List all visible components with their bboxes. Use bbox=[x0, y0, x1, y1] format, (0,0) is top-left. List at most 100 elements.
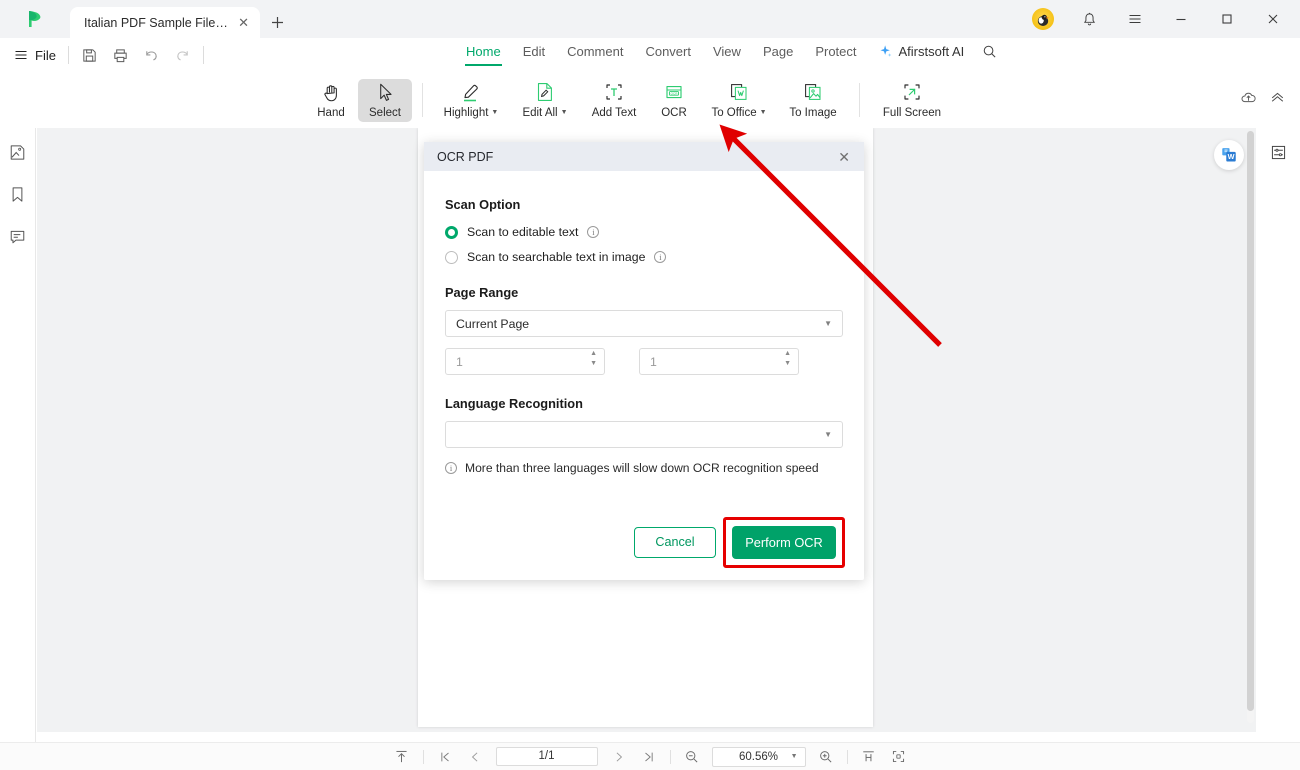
radio-label: Scan to editable text bbox=[467, 225, 579, 239]
info-icon[interactable]: i bbox=[654, 251, 667, 263]
tab-convert[interactable]: Convert bbox=[634, 40, 702, 66]
undo-icon[interactable] bbox=[143, 47, 160, 64]
redo-icon[interactable] bbox=[174, 47, 191, 64]
edit-all-button[interactable]: Edit All ▼ bbox=[509, 78, 581, 122]
first-page-button[interactable] bbox=[430, 743, 460, 770]
zoom-level-select[interactable]: 60.56% ▼ bbox=[711, 746, 806, 767]
chevron-up-icon[interactable]: ▲ bbox=[784, 350, 791, 357]
chevron-down-icon[interactable]: ▼ bbox=[791, 753, 798, 760]
sidebar-item-bookmarks[interactable] bbox=[6, 182, 30, 206]
stepper[interactable]: ▲ ▼ bbox=[784, 350, 791, 367]
convert-to-word-button[interactable]: W bbox=[1214, 140, 1244, 170]
tab-home[interactable]: Home bbox=[455, 40, 512, 66]
maximize-button[interactable] bbox=[1204, 0, 1250, 38]
select-tool-button[interactable]: Select bbox=[358, 78, 412, 122]
add-text-button[interactable]: Add Text bbox=[581, 78, 647, 122]
radio-scan-editable-text[interactable]: Scan to editable text i bbox=[445, 225, 843, 239]
zoom-out-button[interactable] bbox=[677, 743, 707, 770]
ocr-pdf-dialog[interactable]: OCR PDF ✕ Scan Option Scan to editable t… bbox=[424, 142, 864, 580]
hamburger-icon bbox=[15, 50, 27, 60]
page-range-to-input[interactable]: 1 ▲ ▼ bbox=[639, 348, 799, 375]
chevron-down-icon[interactable]: ▼ bbox=[784, 360, 791, 367]
language-recognition-select[interactable]: ▼ bbox=[445, 421, 843, 448]
ocr-button[interactable]: OCR OCR bbox=[647, 78, 701, 122]
divider bbox=[846, 749, 848, 764]
app-logo bbox=[0, 0, 70, 38]
search-button[interactable] bbox=[974, 40, 1005, 66]
notifications-button[interactable] bbox=[1066, 0, 1112, 38]
bookmark-icon bbox=[12, 186, 23, 202]
chevron-up-icon[interactable]: ▲ bbox=[590, 350, 597, 357]
last-page-icon bbox=[644, 752, 653, 761]
avatar[interactable] bbox=[1020, 0, 1066, 38]
close-icon[interactable]: ✕ bbox=[834, 148, 854, 166]
fit-page-button[interactable] bbox=[884, 743, 914, 770]
afirstsoft-ai-button[interactable]: Afirstsoft AI bbox=[868, 40, 975, 66]
perform-ocr-wrapper: Perform OCR bbox=[723, 516, 845, 568]
chevron-down-icon[interactable]: ▼ bbox=[824, 430, 832, 439]
hand-tool-button[interactable]: Hand bbox=[304, 79, 358, 122]
full-screen-button[interactable]: Full Screen bbox=[870, 78, 954, 122]
tab-protect[interactable]: Protect bbox=[804, 40, 867, 66]
fit-width-button[interactable] bbox=[854, 743, 884, 770]
tab-label: Edit bbox=[522, 44, 546, 59]
minimize-button[interactable] bbox=[1158, 0, 1204, 38]
last-page-button[interactable] bbox=[634, 743, 664, 770]
scrollbar-thumb[interactable] bbox=[1247, 131, 1254, 711]
tab-label: View bbox=[712, 44, 741, 59]
to-image-icon bbox=[805, 84, 821, 100]
sidebar-item-properties[interactable] bbox=[1266, 140, 1290, 164]
highlighter-icon bbox=[464, 84, 478, 102]
page-range-select[interactable]: Current Page ▼ bbox=[445, 310, 843, 337]
page-range-from-input[interactable]: 1 ▲ ▼ bbox=[445, 348, 605, 375]
new-tab-button[interactable] bbox=[260, 7, 294, 38]
info-icon[interactable]: i bbox=[587, 226, 600, 238]
radio-button-selected[interactable] bbox=[445, 225, 458, 239]
edit-all-label: Edit All ▼ bbox=[522, 107, 567, 119]
radio-scan-searchable-text[interactable]: Scan to searchable text in image i bbox=[445, 250, 843, 264]
cloud-upload-button[interactable] bbox=[1240, 89, 1257, 111]
sidebar-item-comments[interactable] bbox=[6, 224, 30, 248]
main-menu-button[interactable] bbox=[1112, 0, 1158, 38]
to-office-button[interactable]: To Office ▼ bbox=[701, 78, 777, 122]
radio-button[interactable] bbox=[445, 250, 458, 264]
ribbon-group-view: Full Screen bbox=[870, 78, 954, 122]
chevron-down-icon[interactable]: ▼ bbox=[561, 109, 568, 116]
cancel-button[interactable]: Cancel bbox=[634, 526, 716, 558]
file-menu-button[interactable]: File bbox=[14, 48, 56, 63]
to-image-button[interactable]: To Image bbox=[777, 78, 849, 122]
tab-view[interactable]: View bbox=[702, 40, 752, 66]
close-icon[interactable]: ✕ bbox=[235, 14, 252, 31]
chevron-down-icon[interactable]: ▼ bbox=[824, 319, 832, 328]
ribbon-toolbar: Hand Select Highlight ▼ Edit All ▼ Add T… bbox=[0, 72, 1300, 128]
perform-ocr-button[interactable]: Perform OCR bbox=[732, 525, 836, 559]
save-icon[interactable] bbox=[81, 47, 98, 64]
hamburger-menu-icon bbox=[1129, 14, 1141, 24]
scrollbar-track[interactable] bbox=[1247, 131, 1254, 723]
convert-to-word-icon: W bbox=[1222, 148, 1236, 162]
sidebar-item-thumbnails[interactable] bbox=[6, 140, 30, 164]
to-image-label: To Image bbox=[789, 107, 837, 119]
left-sidebar bbox=[0, 128, 36, 742]
tab-edit[interactable]: Edit bbox=[512, 40, 556, 66]
print-icon[interactable] bbox=[112, 47, 129, 64]
chevron-down-icon[interactable]: ▼ bbox=[760, 109, 767, 116]
window-close-button[interactable] bbox=[1250, 0, 1296, 38]
zoom-in-icon bbox=[820, 751, 832, 763]
stepper[interactable]: ▲ ▼ bbox=[590, 350, 597, 367]
zoom-in-button[interactable] bbox=[811, 743, 841, 770]
properties-panel-icon bbox=[1271, 145, 1285, 159]
document-tab[interactable]: Italian PDF Sample File.pdf ✕ bbox=[70, 7, 260, 38]
tab-page[interactable]: Page bbox=[752, 40, 804, 66]
next-page-button[interactable] bbox=[604, 743, 634, 770]
scroll-to-top-button[interactable] bbox=[387, 743, 417, 770]
highlight-button[interactable]: Highlight ▼ bbox=[433, 78, 509, 122]
page-number-input[interactable]: 1/1 bbox=[495, 747, 598, 766]
previous-page-button[interactable] bbox=[460, 743, 490, 770]
chevron-down-icon[interactable]: ▼ bbox=[590, 360, 597, 367]
chevron-down-icon[interactable]: ▼ bbox=[491, 109, 498, 116]
sparkle-icon bbox=[879, 45, 891, 57]
edit-all-text: Edit All bbox=[522, 107, 558, 119]
collapse-ribbon-button[interactable] bbox=[1269, 89, 1286, 111]
tab-comment[interactable]: Comment bbox=[556, 40, 634, 66]
